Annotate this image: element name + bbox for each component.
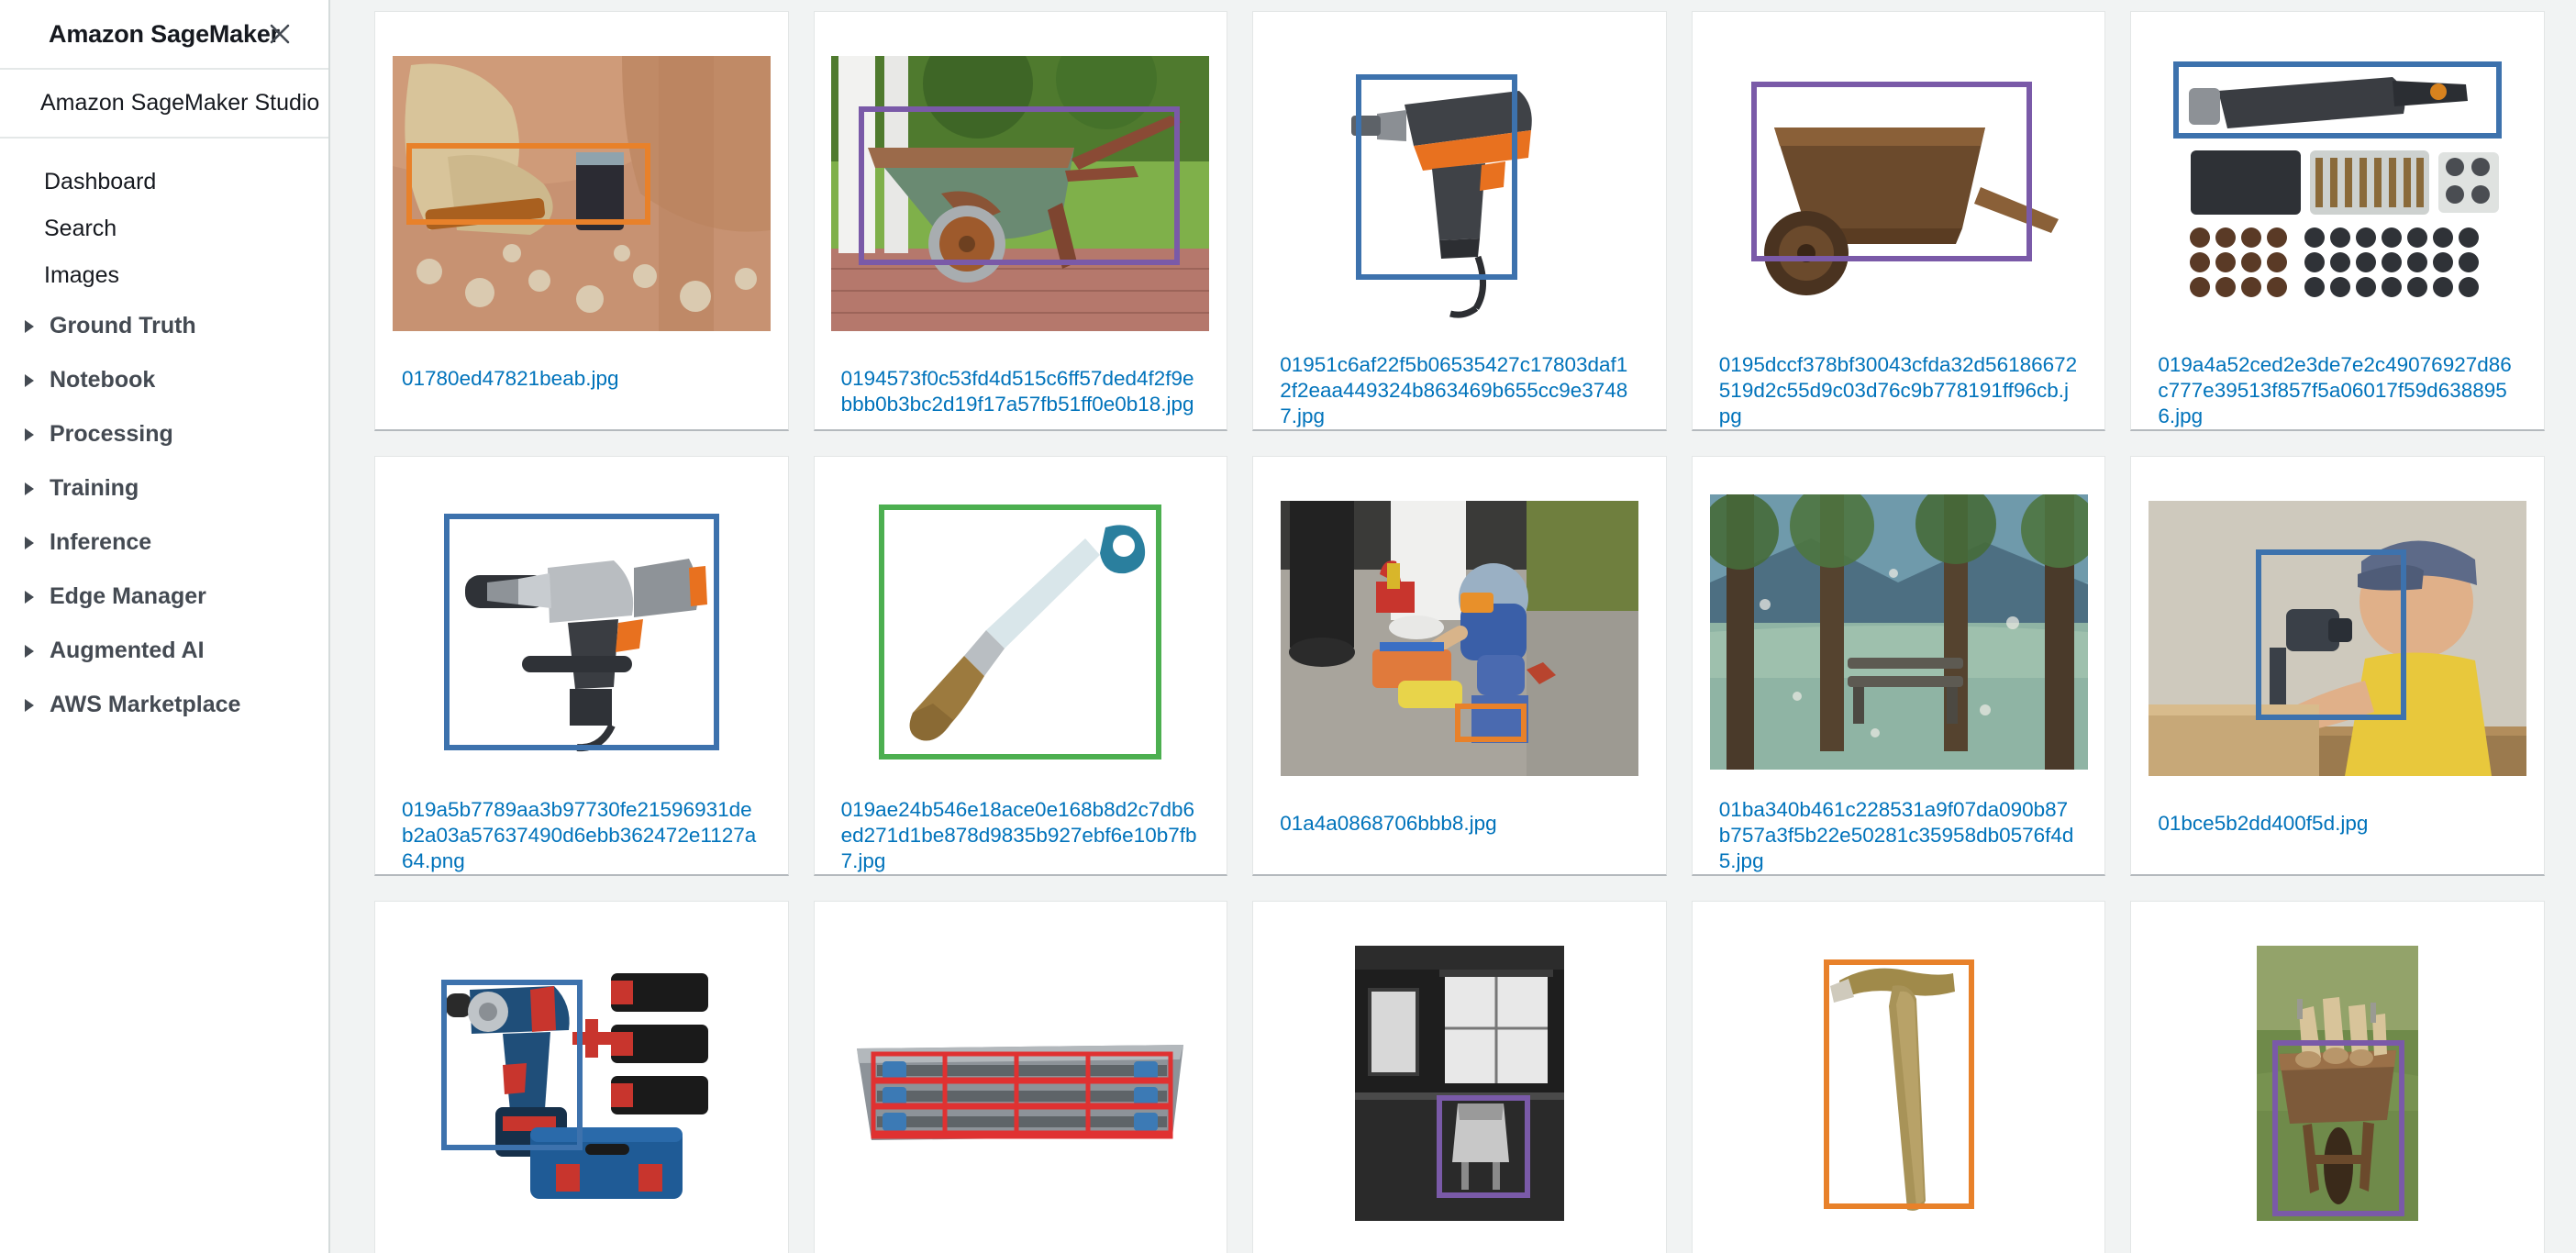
sidebar-group-inference[interactable]: Inference <box>0 516 328 570</box>
chevron-right-icon <box>18 643 40 660</box>
image-thumbnail <box>1268 918 1651 1248</box>
image-card[interactable] <box>374 901 789 1253</box>
image-filename[interactable]: 0195dccf378bf30043cfda32d56186672519d2c5… <box>1707 345 2091 429</box>
sidebar-group-label: AWS Marketplace <box>50 692 241 717</box>
image-thumbnail <box>2146 918 2529 1248</box>
image-thumbnail <box>829 28 1213 359</box>
image-filename[interactable] <box>1268 1248 1651 1253</box>
sidebar-group-aws-marketplace[interactable]: AWS Marketplace <box>0 678 328 732</box>
image-filename[interactable] <box>829 1248 1213 1253</box>
image-card[interactable] <box>2130 901 2545 1253</box>
sidebar-group-ground-truth[interactable]: Ground Truth <box>0 299 328 353</box>
image-filename[interactable]: 01ba340b461c228531a9f07da090b87b757a3f5b… <box>1707 790 2091 874</box>
image-thumbnail <box>1707 918 2091 1248</box>
sidebar-group-augmented-ai[interactable]: Augmented AI <box>0 624 328 678</box>
image-filename[interactable]: 01780ed47821beab.jpg <box>390 359 773 429</box>
chevron-right-icon <box>18 589 40 605</box>
image-filename[interactable]: 01951c6af22f5b06535427c17803daf12f2eaa44… <box>1268 345 1651 429</box>
sidebar-item-label: Dashboard <box>44 169 157 194</box>
sidebar-group-label: Edge Manager <box>50 583 206 609</box>
image-card[interactable]: 01780ed47821beab.jpg <box>374 11 789 431</box>
image-card[interactable]: 0195dccf378bf30043cfda32d56186672519d2c5… <box>1691 11 2106 431</box>
image-thumbnail <box>390 473 773 790</box>
sagemaker-images-page: Amazon SageMaker Amazon SageMaker Studio… <box>0 0 2576 1253</box>
chevron-right-icon <box>18 372 40 389</box>
image-card[interactable]: 019a5b7789aa3b97730fe21596931deb2a03a576… <box>374 456 789 876</box>
sidebar-item-studio[interactable]: Amazon SageMaker Studio <box>0 70 328 139</box>
image-card[interactable] <box>1252 901 1667 1253</box>
image-thumbnail <box>2146 28 2529 345</box>
chevron-right-icon <box>18 535 40 551</box>
image-filename[interactable]: 01bce5b2dd400f5d.jpg <box>2146 804 2529 874</box>
chevron-right-icon <box>18 697 40 714</box>
image-card[interactable] <box>813 901 1228 1253</box>
sidebar-nav: Dashboard Search Images Ground Truth Not… <box>0 139 328 732</box>
image-gallery: 01780ed47821beab.jpg 0194573f0c53fd4d515… <box>330 0 2576 1253</box>
sidebar-item-label: Images <box>44 262 119 288</box>
image-thumbnail <box>829 473 1213 790</box>
image-thumbnail <box>1268 473 1651 804</box>
sidebar-group-label: Ground Truth <box>50 313 196 338</box>
sidebar-group-training[interactable]: Training <box>0 461 328 516</box>
sidebar-header: Amazon SageMaker <box>0 0 328 70</box>
chevron-right-icon <box>18 318 40 335</box>
sidebar-item-images[interactable]: Images <box>0 252 328 299</box>
image-card[interactable] <box>1691 901 2106 1253</box>
sidebar-item-dashboard[interactable]: Dashboard <box>0 159 328 205</box>
sidebar-group-processing[interactable]: Processing <box>0 407 328 461</box>
sidebar-item-label: Search <box>44 216 117 241</box>
image-filename[interactable]: 01a4a0868706bbb8.jpg <box>1268 804 1651 874</box>
sidebar-group-label: Notebook <box>50 367 156 393</box>
sidebar-group-label: Processing <box>50 421 173 447</box>
image-thumbnail <box>1707 28 2091 345</box>
sidebar: Amazon SageMaker Amazon SageMaker Studio… <box>0 0 330 1253</box>
image-card[interactable]: 01951c6af22f5b06535427c17803daf12f2eaa44… <box>1252 11 1667 431</box>
image-card[interactable]: 01a4a0868706bbb8.jpg <box>1252 456 1667 876</box>
image-thumbnail <box>1707 473 2091 790</box>
image-card[interactable]: 019a4a52ced2e3de7e2c49076927d86c777e3951… <box>2130 11 2545 431</box>
image-filename[interactable]: 019a4a52ced2e3de7e2c49076927d86c777e3951… <box>2146 345 2529 429</box>
sidebar-group-edge-manager[interactable]: Edge Manager <box>0 570 328 624</box>
close-icon[interactable] <box>266 20 294 48</box>
image-card[interactable]: 019ae24b546e18ace0e168b8d2c7db6ed271d1be… <box>813 456 1228 876</box>
image-thumbnail <box>390 918 773 1248</box>
image-filename[interactable] <box>2146 1248 2529 1253</box>
chevron-right-icon <box>18 427 40 443</box>
sidebar-group-notebook[interactable]: Notebook <box>0 353 328 407</box>
sidebar-group-label: Inference <box>50 529 152 555</box>
sidebar-group-label: Training <box>50 475 139 501</box>
image-filename[interactable] <box>390 1248 773 1253</box>
image-filename[interactable] <box>1707 1248 2091 1253</box>
image-thumbnail <box>829 918 1213 1248</box>
sidebar-group-label: Augmented AI <box>50 638 205 663</box>
image-filename[interactable]: 0194573f0c53fd4d515c6ff57ded4f2f9ebbb0b3… <box>829 359 1213 429</box>
image-thumbnail <box>390 28 773 359</box>
image-thumbnail <box>2146 473 2529 804</box>
sidebar-item-label: Amazon SageMaker Studio <box>40 90 320 116</box>
sidebar-item-search[interactable]: Search <box>0 205 328 252</box>
image-grid: 01780ed47821beab.jpg 0194573f0c53fd4d515… <box>374 11 2545 1253</box>
image-card[interactable]: 0194573f0c53fd4d515c6ff57ded4f2f9ebbb0b3… <box>813 11 1228 431</box>
image-card[interactable]: 01ba340b461c228531a9f07da090b87b757a3f5b… <box>1691 456 2106 876</box>
sidebar-title: Amazon SageMaker <box>49 19 280 48</box>
image-filename[interactable]: 019a5b7789aa3b97730fe21596931deb2a03a576… <box>390 790 773 874</box>
image-thumbnail <box>1268 28 1651 345</box>
image-card[interactable]: 01bce5b2dd400f5d.jpg <box>2130 456 2545 876</box>
image-filename[interactable]: 019ae24b546e18ace0e168b8d2c7db6ed271d1be… <box>829 790 1213 874</box>
chevron-right-icon <box>18 481 40 497</box>
